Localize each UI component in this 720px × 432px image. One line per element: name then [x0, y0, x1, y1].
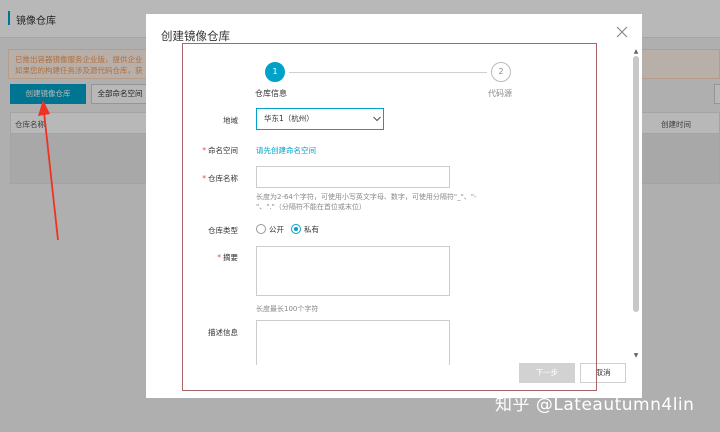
scrollbar-thumb[interactable]	[633, 56, 639, 312]
scroll-up-arrow-icon[interactable]: ▲	[632, 48, 640, 56]
close-icon[interactable]	[615, 25, 629, 39]
create-repo-dialog: 创建镜像仓库 1 2 仓库信息 代码源 地域 华东1（杭州） * 命名空间 请先创…	[146, 14, 642, 398]
annotation-highlight-box	[182, 43, 597, 391]
dialog-title: 创建镜像仓库	[161, 29, 230, 43]
scroll-down-arrow-icon[interactable]: ▼	[632, 352, 640, 360]
watermark: 知乎 @Lateautumn4lin	[495, 395, 695, 415]
